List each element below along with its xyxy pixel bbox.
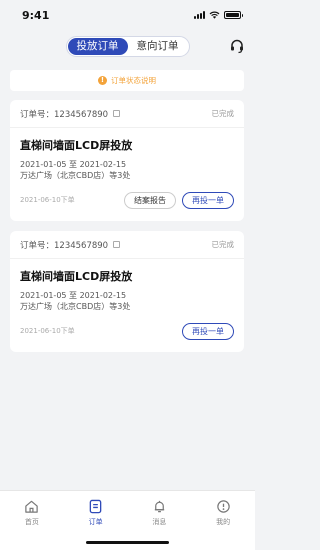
- order-number-text: 订单号：1234567890: [20, 109, 109, 120]
- tab-home-label: 首页: [24, 518, 39, 526]
- order-icon: [89, 499, 102, 514]
- battery-icon: [224, 11, 243, 19]
- customer-service-icon[interactable]: [229, 38, 245, 54]
- order-time: 2021-06-10下单: [20, 196, 75, 204]
- order-status-notice[interactable]: ! 订单状态说明: [10, 70, 244, 91]
- status-time: 9:41: [22, 8, 50, 22]
- tab-home[interactable]: 首页: [0, 491, 64, 550]
- status-bar: 9:41: [0, 0, 255, 30]
- tab-intent-orders[interactable]: 意向订单: [128, 38, 188, 55]
- bell-icon: [154, 500, 165, 513]
- tab-orders-label: 订单: [88, 518, 103, 526]
- copy-icon[interactable]: [113, 110, 121, 117]
- tab-profile[interactable]: 我的: [191, 491, 255, 550]
- order-status: 已完成: [211, 109, 235, 118]
- reorder-button[interactable]: 再投一单: [182, 322, 234, 340]
- status-icons: [194, 11, 243, 19]
- tab-profile-label: 我的: [216, 518, 231, 526]
- order-card-header: 订单号：1234567890 已完成: [10, 100, 244, 128]
- order-type-segmented-control: 投放订单 意向订单: [65, 35, 190, 57]
- order-location: 万达广场（北京CBD店）等3处: [20, 302, 131, 311]
- order-card[interactable]: 订单号：1234567890 已完成 直梯间墙面LCD屏投放 2021-01-0…: [10, 231, 244, 352]
- order-card-body: 直梯间墙面LCD屏投放 2021-01-05 至 2021-02-15 万达广场…: [10, 259, 244, 312]
- order-title: 直梯间墙面LCD屏投放: [20, 270, 133, 283]
- order-dates: 2021-01-05 至 2021-02-15: [20, 291, 127, 300]
- order-card-header: 订单号：1234567890 已完成: [10, 231, 244, 259]
- order-time: 2021-06-10下单: [20, 327, 75, 335]
- order-card-body: 直梯间墙面LCD屏投放 2021-01-05 至 2021-02-15 万达广场…: [10, 128, 244, 181]
- tab-messages-label: 消息: [152, 518, 167, 526]
- order-actions: 结案报告 再投一单: [124, 191, 234, 209]
- reorder-button[interactable]: 再投一单: [182, 191, 234, 209]
- order-card-footer: 2021-06-10下单 结案报告 再投一单: [10, 187, 244, 213]
- order-actions: 再投一单: [182, 322, 234, 340]
- notice-text: 订单状态说明: [111, 76, 156, 85]
- profile-icon: [216, 500, 230, 513]
- order-status: 已完成: [211, 240, 235, 249]
- order-number-text: 订单号：1234567890: [20, 240, 109, 251]
- tab-placement-orders[interactable]: 投放订单: [67, 37, 128, 55]
- wifi-icon: [209, 11, 220, 19]
- home-icon: [25, 500, 39, 513]
- signal-icon: [194, 11, 205, 19]
- order-location: 万达广场（北京CBD店）等3处: [20, 171, 131, 180]
- order-dates: 2021-01-05 至 2021-02-15: [20, 160, 127, 169]
- order-number: 订单号：1234567890: [20, 108, 121, 120]
- order-card[interactable]: 订单号：1234567890 已完成 直梯间墙面LCD屏投放 2021-01-0…: [10, 100, 244, 221]
- order-title: 直梯间墙面LCD屏投放: [20, 139, 133, 152]
- copy-icon[interactable]: [113, 241, 121, 248]
- header: 投放订单 意向订单: [0, 30, 255, 62]
- info-icon: !: [98, 76, 107, 85]
- order-number: 订单号：1234567890: [20, 239, 121, 251]
- final-report-button[interactable]: 结案报告: [124, 191, 176, 209]
- home-indicator: [86, 541, 169, 544]
- order-card-footer: 2021-06-10下单 再投一单: [10, 318, 244, 344]
